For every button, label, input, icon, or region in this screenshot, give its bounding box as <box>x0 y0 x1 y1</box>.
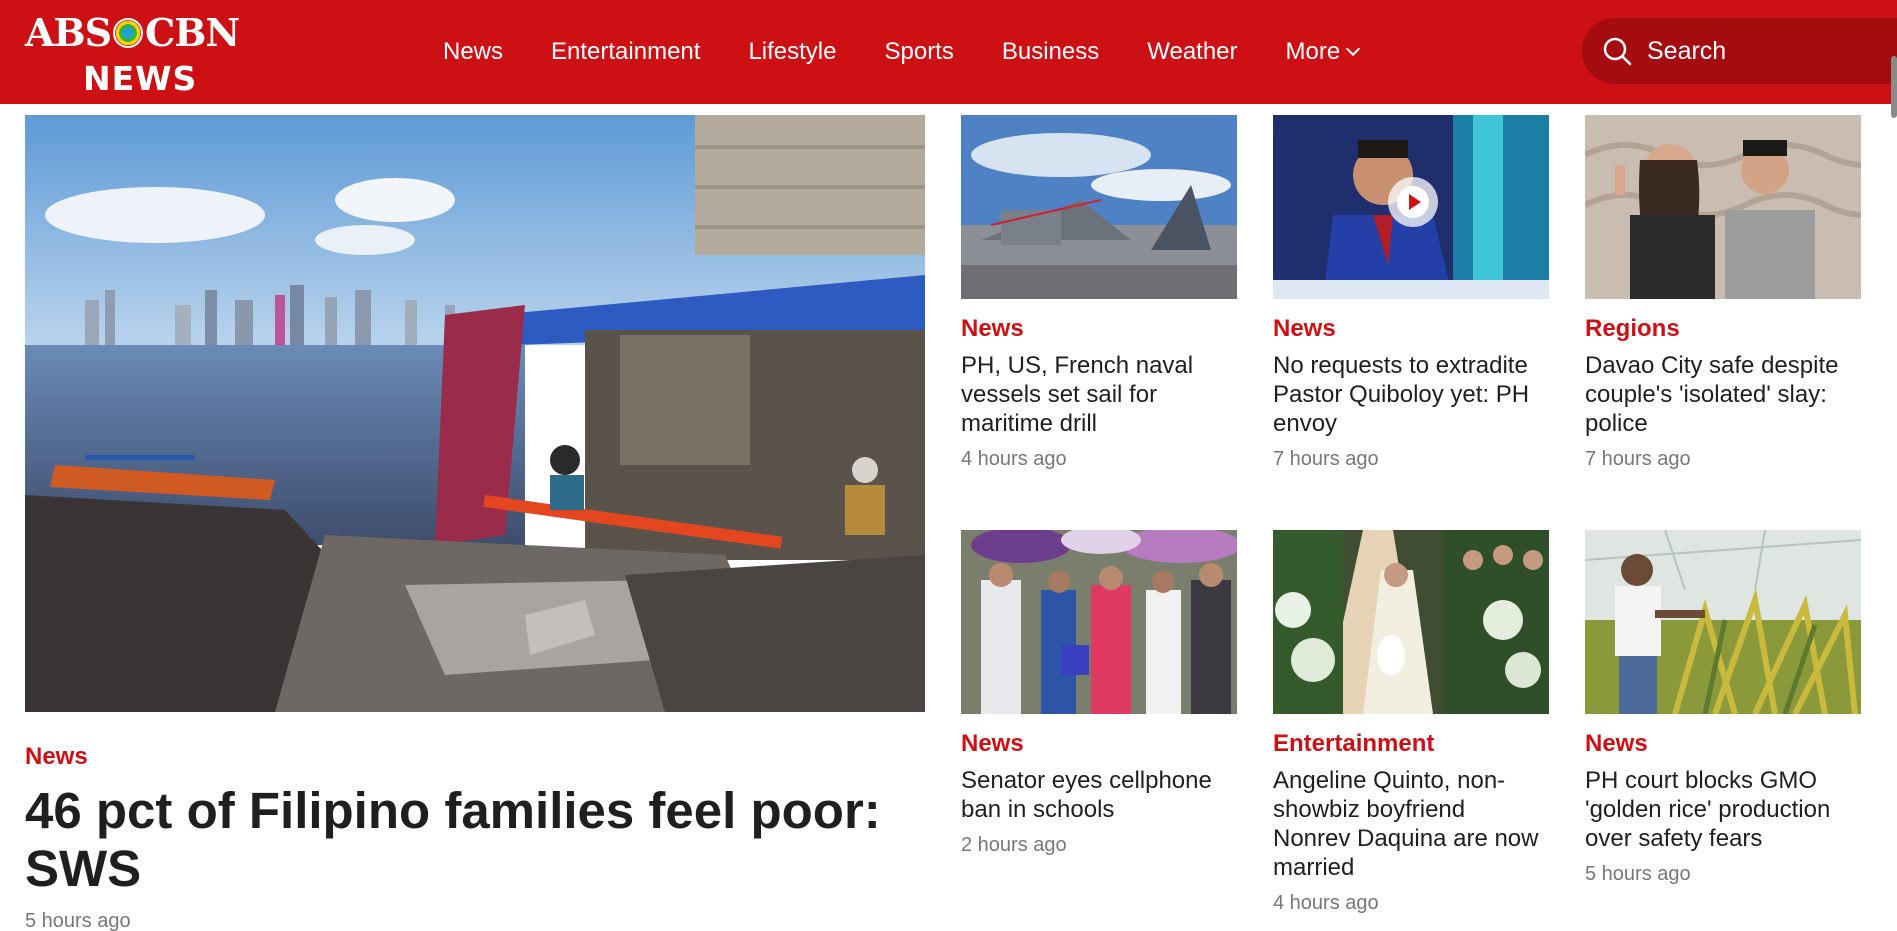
nav-item-more[interactable]: More <box>1285 38 1361 66</box>
article-title[interactable]: Angeline Quinto, non-showbiz boyfriend N… <box>1273 766 1549 882</box>
article-card[interactable]: News Senator eyes cellphone ban in schoo… <box>961 530 1237 857</box>
article-timestamp: 4 hours ago <box>1273 892 1379 914</box>
nav-label: More <box>1285 38 1341 65</box>
article-title[interactable]: PH, US, French naval vessels set sail fo… <box>961 351 1237 438</box>
page-scrollbar[interactable] <box>1891 56 1897 118</box>
hero-category-label[interactable]: News <box>25 743 88 771</box>
logo-wordmark: ABS CBN <box>25 10 240 55</box>
nav-item-sports[interactable]: Sports <box>884 38 953 66</box>
article-category[interactable]: News <box>961 314 1237 344</box>
hero-image[interactable] <box>25 115 925 712</box>
article-card[interactable]: News PH, US, French naval vessels set sa… <box>961 115 1237 471</box>
article-thumbnail[interactable] <box>961 530 1237 714</box>
top-navigation-bar: ABS CBN NEWS News Entertainment Lifestyl… <box>0 0 1897 104</box>
nav-label: Entertainment <box>551 38 701 65</box>
nav-label: News <box>443 38 504 65</box>
abs-cbn-news-logo[interactable]: ABS CBN NEWS <box>25 10 265 96</box>
play-triangle <box>1409 194 1421 210</box>
article-thumbnail[interactable] <box>1273 115 1549 299</box>
search-icon <box>1602 36 1632 66</box>
article-card[interactable]: Entertainment Angeline Quinto, non-showb… <box>1273 530 1549 915</box>
article-timestamp: 2 hours ago <box>961 834 1067 856</box>
nav-item-lifestyle[interactable]: Lifestyle <box>748 38 836 66</box>
nav-item-business[interactable]: Business <box>1002 38 1099 66</box>
main-nav: News Entertainment Lifestyle Sports Busi… <box>443 0 1406 104</box>
article-timestamp: 7 hours ago <box>1273 448 1379 470</box>
nav-label: Lifestyle <box>748 38 837 65</box>
article-timestamp: 4 hours ago <box>961 448 1067 470</box>
search-button[interactable]: Search <box>1582 18 1897 84</box>
article-thumbnail[interactable] <box>1273 530 1549 714</box>
article-title[interactable]: PH court blocks GMO 'golden rice' produc… <box>1585 766 1861 853</box>
article-card[interactable]: News No requests to extradite Pastor Qui… <box>1273 115 1549 471</box>
logo-text-news: NEWS <box>83 59 198 98</box>
article-category[interactable]: Entertainment <box>1273 729 1549 759</box>
chevron-down-icon <box>1346 41 1361 57</box>
article-title[interactable]: Senator eyes cellphone ban in schools <box>961 766 1237 824</box>
logo-text-cbn: CBN <box>145 10 240 55</box>
article-category[interactable]: News <box>961 729 1237 759</box>
article-category[interactable]: News <box>1585 729 1861 759</box>
nav-label: Sports <box>884 38 954 65</box>
nav-label: Business <box>1001 38 1100 65</box>
article-thumbnail[interactable] <box>1585 530 1861 714</box>
logo-eye-icon <box>113 18 144 48</box>
article-category[interactable]: Regions <box>1585 314 1861 344</box>
article-title[interactable]: Davao City safe despite couple's 'isolat… <box>1585 351 1861 438</box>
article-thumbnail[interactable] <box>1585 115 1861 299</box>
play-icon <box>1397 186 1429 218</box>
article-thumbnail[interactable] <box>961 115 1237 299</box>
hero-timestamp: 5 hours ago <box>25 910 131 931</box>
article-title[interactable]: No requests to extradite Pastor Quiboloy… <box>1273 351 1549 438</box>
article-card[interactable]: Regions Davao City safe despite couple's… <box>1585 115 1861 471</box>
article-timestamp: 5 hours ago <box>1585 863 1691 885</box>
article-card[interactable]: News PH court blocks GMO 'golden rice' p… <box>1585 530 1861 886</box>
logo-text-abs: ABS <box>25 10 112 55</box>
search-label: Search <box>1647 36 1727 65</box>
nav-label: Weather <box>1147 38 1238 65</box>
hero-headline[interactable]: 46 pct of Filipino families feel poor: S… <box>25 782 925 898</box>
nav-item-entertainment[interactable]: Entertainment <box>551 38 700 66</box>
nav-item-news[interactable]: News <box>443 38 503 66</box>
article-category[interactable]: News <box>1273 314 1549 344</box>
video-play-button[interactable] <box>1388 177 1438 227</box>
nav-item-weather[interactable]: Weather <box>1147 38 1237 66</box>
article-timestamp: 7 hours ago <box>1585 448 1691 470</box>
